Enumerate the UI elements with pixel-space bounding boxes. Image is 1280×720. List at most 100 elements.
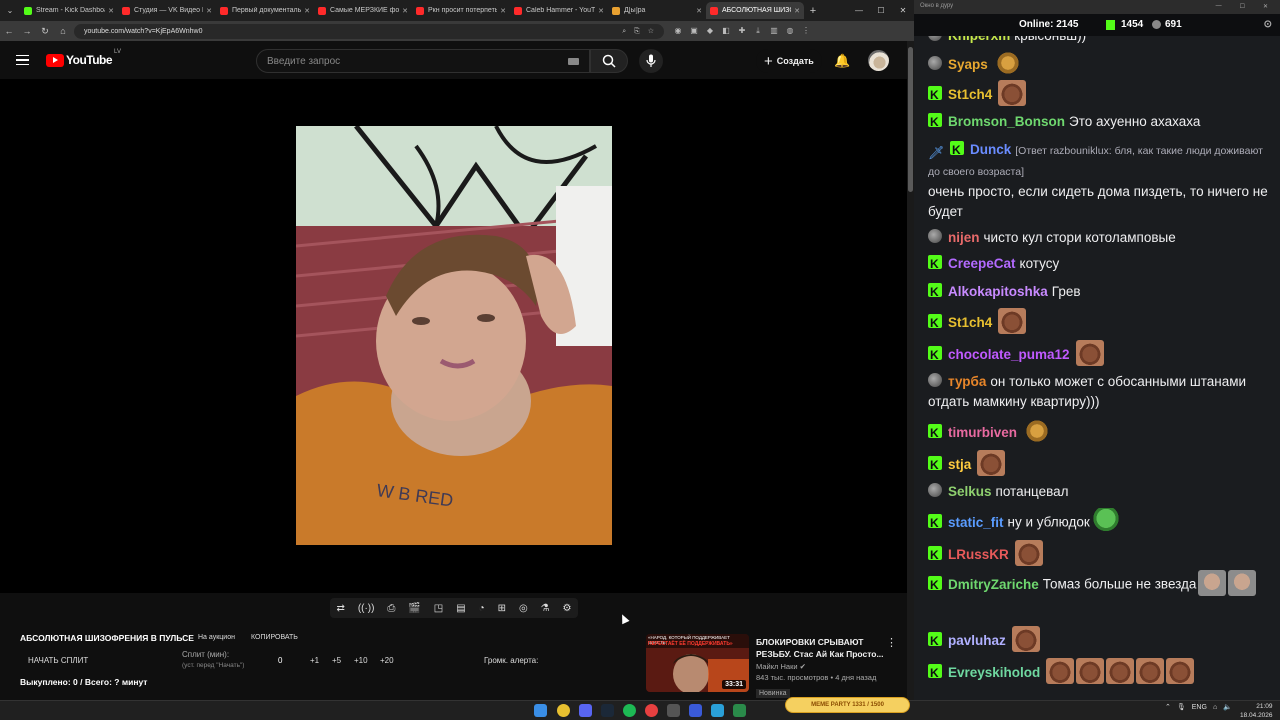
close-icon[interactable]: ✕ bbox=[892, 6, 914, 15]
spotify-icon[interactable] bbox=[623, 704, 636, 717]
chat-username[interactable]: Kniperxm bbox=[948, 36, 1010, 43]
forward-icon[interactable]: → bbox=[18, 26, 36, 36]
tab-close-icon[interactable]: ✕ bbox=[206, 7, 212, 15]
meme-party-widget[interactable]: MEME PARTY 1331 / 1500 bbox=[785, 697, 910, 713]
extension-icon[interactable]: ◉ bbox=[670, 26, 686, 36]
recommended-video[interactable]: БЛОКИРОВКИ СРЫВАЮТ РЕЗЬБУ. Стас Ай Как П… bbox=[756, 636, 892, 700]
keyboard-icon[interactable] bbox=[568, 57, 579, 65]
loop-icon[interactable]: ⇄ bbox=[336, 603, 344, 614]
tab-close-icon[interactable]: ✕ bbox=[696, 7, 702, 15]
extension-icon[interactable]: ◧ bbox=[718, 26, 734, 36]
chat-username[interactable]: Alkokapitoshka bbox=[948, 284, 1048, 299]
voice-search-button[interactable] bbox=[639, 49, 663, 73]
chat-username[interactable]: static_fit bbox=[948, 515, 1004, 530]
chat-username[interactable]: Bromson_Bonson bbox=[948, 114, 1065, 129]
chat-username[interactable]: nijen bbox=[948, 230, 980, 245]
browser-tab[interactable]: Студия — VK Видео Live✕ bbox=[118, 2, 216, 19]
recommended-title[interactable]: БЛОКИРОВКИ СРЫВАЮТ РЕЗЬБУ. Стас Ай Как П… bbox=[756, 636, 892, 660]
browser-tab[interactable]: Первый документальный✕ bbox=[216, 2, 314, 19]
network-icon[interactable]: ⌂ bbox=[1213, 704, 1217, 711]
tray-arrow-icon[interactable]: ⌃ bbox=[1165, 703, 1171, 711]
add-1-button[interactable]: +1 bbox=[310, 656, 319, 665]
browser-tab[interactable]: Caleb Hammer - YouTube✕ bbox=[510, 2, 608, 19]
picture-in-picture-icon[interactable]: ◳ bbox=[434, 603, 443, 614]
account-avatar[interactable] bbox=[868, 50, 889, 71]
chat-username[interactable]: турба bbox=[948, 374, 986, 389]
chat-username[interactable]: chocolate_puma12 bbox=[948, 347, 1070, 362]
browser-tab[interactable]: АБСОЛЮТНАЯ ШИЗОФРЕНИЯ✕ bbox=[706, 2, 804, 19]
zoom-icon[interactable]: ⌕ bbox=[622, 24, 626, 39]
address-bar[interactable]: youtube.com/watch?v=KjEpA6Wnhw0 ⌕ ⎘ ☆ bbox=[74, 23, 664, 39]
recommended-channel[interactable]: Майкл Наки ✔ bbox=[756, 662, 892, 671]
scrollbar-thumb[interactable] bbox=[908, 47, 913, 192]
ambient-mode-icon[interactable]: ▤ bbox=[456, 603, 465, 614]
chrome-icon[interactable] bbox=[557, 704, 570, 717]
chat-username[interactable]: DmitryZariche bbox=[948, 577, 1039, 592]
split-value-input[interactable]: 0 bbox=[278, 656, 282, 665]
search-button[interactable] bbox=[590, 49, 628, 73]
extensions-puzzle-icon[interactable]: ✚ bbox=[734, 26, 750, 36]
more-actions-icon[interactable]: ⋮ bbox=[886, 636, 897, 649]
auction-button[interactable]: На аукцион bbox=[198, 634, 235, 641]
split-view-icon[interactable]: ▥ bbox=[766, 26, 782, 36]
speed-icon[interactable]: ◔ bbox=[479, 603, 485, 614]
tab-close-icon[interactable]: ✕ bbox=[304, 7, 310, 15]
chat-username[interactable]: Dunck bbox=[970, 142, 1011, 157]
tab-close-icon[interactable]: ✕ bbox=[598, 7, 604, 15]
minimize-icon[interactable]: — bbox=[848, 6, 870, 15]
add-screen-icon[interactable]: ⊞ bbox=[498, 603, 506, 614]
create-button[interactable]: + Создать bbox=[756, 49, 822, 73]
chat-username[interactable]: CreepeCat bbox=[948, 256, 1016, 271]
copy-button[interactable]: КОПИРОВАТЬ bbox=[251, 634, 298, 641]
app-icon[interactable] bbox=[733, 704, 746, 717]
home-icon[interactable]: ⌂ bbox=[54, 26, 72, 36]
back-icon[interactable]: ← bbox=[0, 26, 18, 36]
clapper-icon[interactable]: 🎬 bbox=[408, 603, 420, 614]
install-icon[interactable]: ⎘ bbox=[634, 24, 640, 39]
mic-icon[interactable]: 🎙 bbox=[1177, 703, 1186, 711]
broadcast-icon[interactable]: ((·)) bbox=[358, 603, 375, 614]
new-tab-button[interactable]: + bbox=[804, 5, 822, 17]
discord-icon[interactable] bbox=[579, 704, 592, 717]
flask-icon[interactable]: ⚗ bbox=[541, 603, 550, 614]
chat-username[interactable]: St1ch4 bbox=[948, 315, 992, 330]
steam-icon[interactable] bbox=[601, 704, 614, 717]
profile-icon[interactable]: ◍ bbox=[782, 26, 798, 36]
chat-username[interactable]: timurbiven bbox=[948, 425, 1017, 440]
start-split-button[interactable]: НАЧАТЬ СПЛИТ bbox=[28, 656, 88, 665]
tab-close-icon[interactable]: ✕ bbox=[794, 7, 800, 15]
tab-close-icon[interactable]: ✕ bbox=[402, 7, 408, 15]
app-icon[interactable] bbox=[689, 704, 702, 717]
minimize-icon[interactable]: — bbox=[1216, 3, 1222, 11]
chat-username[interactable]: Syaps bbox=[948, 57, 988, 72]
chat-username[interactable]: Selkus bbox=[948, 484, 992, 499]
tab-search-icon[interactable]: ⌄ bbox=[0, 6, 20, 15]
recommended-thumbnail[interactable]: «НАРОД, КОТОРЫЙ ПОДДЕРЖИВАЕТ ВЛАСТЬ ПЕРЕ… bbox=[646, 634, 749, 692]
download-icon[interactable]: ⤓ bbox=[750, 26, 766, 36]
menu-icon[interactable] bbox=[16, 54, 38, 66]
tab-close-icon[interactable]: ✕ bbox=[500, 7, 506, 15]
video-frame[interactable]: W B RED bbox=[296, 126, 612, 545]
chat-username[interactable]: Evreyskiholod bbox=[948, 665, 1040, 680]
chat-username[interactable]: pavluhaz bbox=[948, 633, 1006, 648]
chat-settings-icon[interactable]: ⊙ bbox=[1264, 19, 1272, 30]
bookmark-star-icon[interactable]: ☆ bbox=[648, 24, 654, 39]
chat-username[interactable]: stja bbox=[948, 457, 971, 472]
extension-icon[interactable]: ▣ bbox=[686, 26, 702, 36]
browser-menu-icon[interactable]: ⋮ bbox=[798, 26, 814, 36]
extension-icon[interactable]: ◆ bbox=[702, 26, 718, 36]
search-input[interactable]: Введите запрос bbox=[256, 49, 590, 73]
tab-close-icon[interactable]: ✕ bbox=[108, 7, 114, 15]
windows-start-icon[interactable] bbox=[534, 704, 547, 717]
reload-icon[interactable]: ↻ bbox=[36, 26, 54, 37]
app-icon[interactable] bbox=[667, 704, 680, 717]
close-icon[interactable]: ✕ bbox=[1263, 3, 1268, 11]
page-scrollbar[interactable] bbox=[907, 41, 914, 700]
maximize-icon[interactable]: ☐ bbox=[1240, 3, 1245, 11]
clock[interactable]: 21:09 18.04.2026 bbox=[1240, 702, 1273, 720]
chat-username[interactable]: St1ch4 bbox=[948, 87, 992, 102]
browser-tab[interactable]: Самые МЕРЗКИЕ форумы✕ bbox=[314, 2, 412, 19]
settings-gear-icon[interactable]: ⚙ bbox=[563, 603, 572, 614]
browser-tab[interactable]: Stream - Kick Dashboard✕ bbox=[20, 2, 118, 19]
volume-icon[interactable]: 🔈 bbox=[1223, 703, 1232, 711]
